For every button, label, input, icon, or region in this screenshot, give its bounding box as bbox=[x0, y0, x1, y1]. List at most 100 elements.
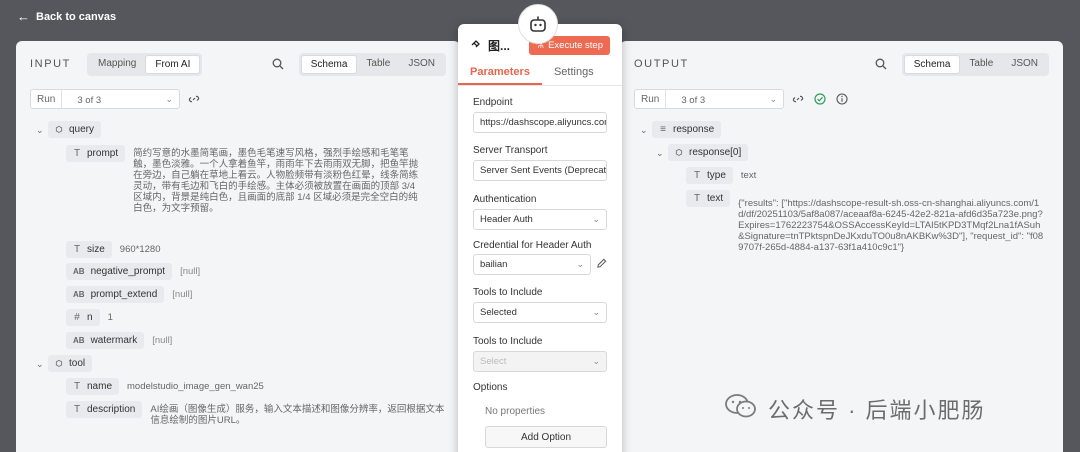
tab-schema[interactable]: Schema bbox=[300, 54, 358, 74]
field-tool[interactable]: ⬡ tool bbox=[48, 355, 93, 372]
field-name[interactable]: T name bbox=[66, 378, 120, 395]
chevron-down-icon[interactable]: ⌄ bbox=[656, 148, 668, 159]
field-negative-prompt[interactable]: AB negative_prompt bbox=[66, 263, 173, 280]
field-text-value: {"results": ["https://dashscope-result-s… bbox=[738, 198, 1044, 253]
check-circle-icon bbox=[812, 91, 828, 107]
tab-from-ai[interactable]: From AI bbox=[145, 54, 201, 74]
credential-select[interactable]: bailian ⌄ bbox=[473, 254, 591, 275]
endpoint-value: https://dashscope.aliyuncs.com bbox=[480, 117, 607, 128]
text-type-icon: T bbox=[73, 404, 81, 415]
search-icon[interactable] bbox=[267, 53, 289, 75]
field-n[interactable]: # n bbox=[66, 309, 100, 326]
tree-node-watermark: AB watermark [null] bbox=[66, 332, 172, 349]
info-icon[interactable] bbox=[834, 91, 850, 107]
server-transport-select[interactable]: Server Sent Events (Deprecated) bbox=[473, 160, 607, 181]
tab-schema[interactable]: Schema bbox=[903, 54, 961, 74]
modal-tabs: Parameters Settings bbox=[458, 64, 622, 86]
tab-parameters[interactable]: Parameters bbox=[458, 64, 542, 85]
endpoint-label: Endpoint bbox=[473, 97, 513, 108]
tools-include-select[interactable]: Selected ⌄ bbox=[473, 302, 607, 323]
tab-settings[interactable]: Settings bbox=[542, 64, 606, 85]
ab-type-icon: AB bbox=[73, 290, 85, 299]
link-icon[interactable] bbox=[790, 91, 806, 107]
chevron-down-icon: ⌄ bbox=[576, 259, 584, 269]
input-panel-header: INPUT Mapping From AI Schema Table JSON bbox=[30, 52, 446, 76]
field-description[interactable]: T description bbox=[66, 401, 143, 418]
tab-json[interactable]: JSON bbox=[399, 55, 444, 74]
output-run-row: Run 3 of 3 ⌄ bbox=[634, 89, 850, 109]
output-panel-header: OUTPUT Schema Table JSON bbox=[634, 52, 1049, 76]
tree-node-response: ⌄ ≡ response bbox=[640, 121, 722, 138]
text-type-icon: T bbox=[693, 170, 701, 181]
field-response0[interactable]: ⬡ response[0] bbox=[668, 144, 749, 161]
field-name-label: name bbox=[87, 381, 113, 392]
field-response-label: response bbox=[673, 124, 715, 135]
field-size-label: size bbox=[87, 244, 105, 255]
run-label: Run bbox=[31, 90, 63, 108]
tree-node-tool: ⌄ ⬡ tool bbox=[36, 355, 93, 372]
pencil-icon[interactable] bbox=[596, 258, 607, 272]
field-text-label: text bbox=[707, 193, 724, 204]
field-prompt-extend[interactable]: AB prompt_extend bbox=[66, 286, 165, 303]
hash-type-icon: # bbox=[74, 312, 80, 323]
input-run-row: Run 3 of 3 ⌄ bbox=[30, 89, 202, 109]
tree-node-type: T type text bbox=[686, 167, 756, 184]
tree-node-query: ⌄ ⬡ query bbox=[36, 121, 102, 138]
field-response[interactable]: ≡ response bbox=[652, 121, 722, 138]
input-title: INPUT bbox=[30, 58, 71, 70]
tab-mapping[interactable]: Mapping bbox=[89, 55, 145, 74]
node-settings-modal: 图... ⚗ Execute step Parameters Settings … bbox=[458, 24, 622, 452]
field-text[interactable]: T text bbox=[686, 190, 731, 207]
field-watermark[interactable]: AB watermark bbox=[66, 332, 145, 349]
tools-include-select-2[interactable]: Select ⌄ bbox=[473, 351, 607, 372]
chevron-down-icon[interactable]: ⌄ bbox=[640, 125, 652, 136]
credential-label: Credential for Header Auth bbox=[473, 240, 592, 251]
endpoint-input[interactable]: https://dashscope.aliyuncs.com bbox=[473, 112, 607, 133]
field-response0-label: response[0] bbox=[689, 147, 742, 158]
text-type-icon: T bbox=[693, 193, 701, 204]
tree-node-negative-prompt: AB negative_prompt [null] bbox=[66, 263, 200, 280]
link-icon[interactable] bbox=[186, 91, 202, 107]
output-run-select[interactable]: Run 3 of 3 ⌄ bbox=[634, 89, 784, 109]
field-query-label: query bbox=[69, 124, 95, 135]
watermark-text: 公众号 · 后端小肥肠 bbox=[768, 398, 986, 423]
tree-node-size: T size 960*1280 bbox=[66, 241, 160, 258]
tab-table[interactable]: Table bbox=[357, 55, 399, 74]
field-query[interactable]: ⬡ query bbox=[48, 121, 102, 138]
field-type-label: type bbox=[707, 170, 726, 181]
text-type-icon: T bbox=[73, 381, 81, 392]
back-to-canvas-button[interactable]: ← Back to canvas bbox=[17, 9, 116, 24]
object-icon: ⬡ bbox=[55, 125, 63, 134]
chevron-down-icon[interactable]: ⌄ bbox=[36, 359, 48, 370]
field-description-value: AI绘画（图像生成）服务，输入文本描述和图像分辨率，返回根据文本信息绘制的图片U… bbox=[150, 404, 445, 426]
field-n-label: n bbox=[87, 312, 93, 323]
back-label: Back to canvas bbox=[36, 10, 117, 23]
field-size[interactable]: T size bbox=[66, 241, 112, 258]
field-type[interactable]: T type bbox=[686, 167, 733, 184]
tree-node-prompt: T prompt 简约写意的水墨简笔画，墨色毛笔速写风格，强烈手绘感和毛笔笔触，… bbox=[66, 145, 425, 214]
search-icon[interactable] bbox=[870, 53, 892, 75]
add-option-button[interactable]: Add Option bbox=[485, 426, 607, 448]
chevron-down-icon[interactable]: ⌄ bbox=[36, 125, 48, 136]
authentication-select[interactable]: Header Auth ⌄ bbox=[473, 209, 607, 230]
input-panel: INPUT Mapping From AI Schema Table JSON … bbox=[16, 41, 460, 452]
field-negative-prompt-value: [null] bbox=[180, 266, 201, 277]
output-panel: OUTPUT Schema Table JSON Run 3 of 3 ⌄ ⌄ bbox=[620, 41, 1063, 452]
tab-table[interactable]: Table bbox=[960, 55, 1002, 74]
tree-node-description: T description AI绘画（图像生成）服务，输入文本描述和图像分辨率，… bbox=[66, 401, 446, 426]
watermark: 公众号 · 后端小肥肠 bbox=[724, 392, 986, 426]
field-prompt-extend-value: [null] bbox=[172, 289, 193, 300]
server-transport-label: Server Transport bbox=[473, 145, 548, 156]
field-size-value: 960*1280 bbox=[119, 244, 161, 255]
run-value: 3 of 3 bbox=[681, 95, 706, 106]
tab-json[interactable]: JSON bbox=[1002, 55, 1047, 74]
field-name-value: modelstudio_image_gen_wan25 bbox=[127, 381, 264, 392]
no-properties-text: No properties bbox=[485, 406, 546, 417]
chevron-down-icon: ⌄ bbox=[592, 307, 600, 317]
list-icon: ≡ bbox=[660, 124, 666, 135]
field-prompt-extend-label: prompt_extend bbox=[90, 289, 158, 300]
field-watermark-value: [null] bbox=[152, 335, 173, 346]
input-run-select[interactable]: Run 3 of 3 ⌄ bbox=[30, 89, 180, 109]
input-view-switch: Schema Table JSON bbox=[298, 52, 446, 76]
field-prompt[interactable]: T prompt bbox=[66, 145, 126, 162]
